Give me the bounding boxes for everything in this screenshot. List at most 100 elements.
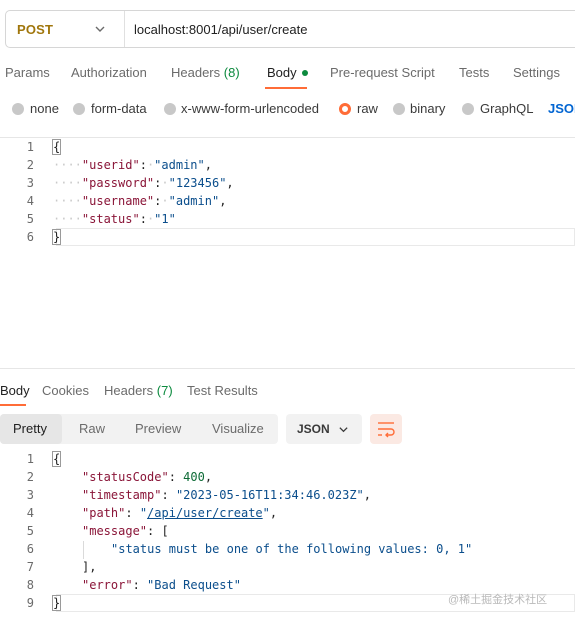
tab-settings[interactable]: Settings: [513, 65, 560, 80]
chevron-down-icon: [339, 427, 348, 433]
body-type-raw[interactable]: raw: [357, 101, 378, 116]
request-url-bar: POST: [5, 10, 575, 48]
json-key: "error": [82, 578, 133, 592]
tab-authorization[interactable]: Authorization: [71, 65, 147, 80]
radio-binary-icon[interactable]: [393, 103, 405, 115]
code-line: "timestamp": "2023-05-16T11:34:46.023Z",: [82, 488, 372, 502]
response-tab-headers-label: Headers: [104, 383, 154, 398]
json-value: "Bad Request": [147, 578, 241, 592]
response-tab-body[interactable]: Body: [0, 383, 30, 398]
indent-guide: [83, 541, 84, 559]
line-number: 4: [26, 194, 34, 208]
tab-body[interactable]: Body: [267, 65, 308, 80]
method-label: POST: [17, 22, 54, 37]
body-type-form-data[interactable]: form-data: [91, 101, 147, 116]
divider: [0, 368, 575, 369]
json-key: "userid": [81, 158, 140, 172]
json-key: "timestamp": [82, 488, 162, 502]
code-line: ····"username":·"admin",: [53, 194, 227, 208]
response-tab-cookies[interactable]: Cookies: [42, 383, 89, 398]
code-line: {: [51, 450, 62, 468]
body-type-none[interactable]: none: [30, 101, 59, 116]
divider: [0, 137, 575, 138]
close-brace: }: [51, 229, 62, 245]
json-value: "admin": [154, 158, 205, 172]
line-number: 3: [26, 176, 34, 190]
json-key: "status": [81, 212, 140, 226]
code-line: }: [51, 228, 62, 246]
line-number: 2: [26, 470, 34, 484]
json-key: "statusCode": [82, 470, 169, 484]
tab-pre-request-script[interactable]: Pre-request Script: [330, 65, 435, 80]
view-preview[interactable]: Preview: [135, 414, 181, 444]
code-line: "error": "Bad Request": [82, 578, 241, 592]
path-link[interactable]: /api/user/create: [147, 506, 263, 520]
code-line: {: [51, 138, 62, 156]
line-number: 2: [26, 158, 34, 172]
line-number: 6: [26, 542, 34, 556]
line-number: 6: [26, 230, 34, 244]
code-line: "status must be one of the following val…: [111, 540, 472, 558]
code-line: "statusCode": 400,: [82, 470, 213, 484]
body-type-urlencoded[interactable]: x-www-form-urlencoded: [181, 101, 319, 116]
radio-form-data-icon[interactable]: [73, 103, 85, 115]
tab-tests[interactable]: Tests: [459, 65, 489, 80]
response-tab-test-results[interactable]: Test Results: [187, 383, 258, 398]
json-key: "message": [82, 524, 148, 538]
body-type-binary[interactable]: binary: [410, 101, 445, 116]
radio-raw-icon[interactable]: [339, 103, 351, 115]
code-line: ····"userid":·"admin",: [53, 158, 212, 172]
close-brace: }: [51, 595, 62, 611]
watermark: @稀土掘金技术社区: [448, 594, 548, 606]
tab-body-label: Body: [267, 65, 297, 80]
json-value: "1": [154, 212, 176, 226]
json-value: "admin": [168, 194, 220, 208]
response-format-select[interactable]: JSON: [286, 414, 362, 444]
json-key: "username": [81, 194, 155, 208]
tab-headers-label: Headers: [171, 65, 221, 80]
open-brace: {: [51, 139, 62, 155]
response-tab-headers[interactable]: Headers (7): [104, 383, 173, 398]
tab-params[interactable]: Params: [5, 65, 50, 80]
json-value: "123456": [168, 176, 227, 190]
line-number: 3: [26, 488, 34, 502]
open-brace: {: [51, 451, 62, 467]
body-format-select[interactable]: JSON: [548, 101, 575, 116]
line-number: 4: [26, 506, 34, 520]
view-pretty[interactable]: Pretty: [13, 414, 47, 444]
chevron-down-icon: [95, 26, 105, 32]
active-tab-indicator: [265, 87, 307, 89]
response-format-label: JSON: [297, 422, 330, 436]
json-value: 400: [183, 470, 205, 484]
line-number: 1: [26, 140, 34, 154]
json-key: "path": [82, 506, 126, 520]
response-headers-count: (7): [156, 383, 173, 398]
wrap-lines-button[interactable]: [370, 414, 402, 444]
code-line: "path": "/api/user/create",: [82, 506, 278, 520]
code-line: ····"password":·"123456",: [53, 176, 234, 190]
radio-urlencoded-icon[interactable]: [164, 103, 176, 115]
radio-none-icon[interactable]: [12, 103, 24, 115]
json-value: "2023-05-16T11:34:46.023Z": [175, 488, 364, 502]
code-line: "message": [: [82, 524, 169, 538]
view-visualize[interactable]: Visualize: [212, 414, 264, 444]
line-number: 5: [26, 212, 34, 226]
wrap-lines-icon: [378, 422, 395, 438]
active-response-tab-indicator: [0, 404, 26, 406]
url-input[interactable]: [134, 11, 554, 47]
method-select[interactable]: POST: [6, 11, 125, 47]
body-modified-dot-icon: [301, 69, 308, 76]
view-raw[interactable]: Raw: [79, 414, 105, 444]
line-number: 7: [26, 560, 34, 574]
tab-headers[interactable]: Headers (8): [171, 65, 240, 80]
radio-graphql-icon[interactable]: [462, 103, 474, 115]
headers-count: (8): [223, 65, 240, 80]
json-key: "password": [81, 176, 155, 190]
line-number: 1: [26, 452, 34, 466]
body-type-graphql[interactable]: GraphQL: [480, 101, 533, 116]
json-value: "status must be one of the following val…: [111, 542, 473, 556]
active-line-highlight: [56, 228, 575, 246]
code-line: ],: [82, 560, 97, 574]
line-number: 8: [26, 578, 34, 592]
code-line: ····"status":·"1": [53, 212, 176, 226]
